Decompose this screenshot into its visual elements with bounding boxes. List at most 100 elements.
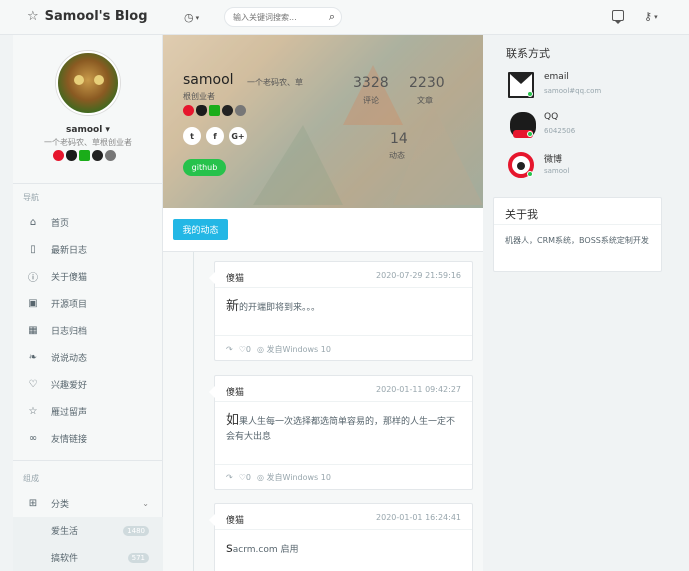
tab-my-moments[interactable]: 我的动态 [173,219,228,240]
sidebar-item-archive[interactable]: ▦ 日志归档 [13,317,163,344]
sidebar-item-moments[interactable]: ❧ 说说动态 [13,344,163,371]
profile-role: 根创业者 [183,92,215,101]
banner-overlay [163,35,483,208]
nav-heading: 导航 [23,193,39,202]
sidebar-item-category[interactable]: ⊞ 分类 ⌄ [13,490,163,517]
group-heading: 组成 [23,474,39,483]
twitter-icon[interactable] [235,105,246,116]
sidebar-item-label: 日志归档 [51,327,88,337]
share-icon[interactable]: ↷ [226,473,233,482]
sidebar-item-label: 分类 [51,500,70,510]
search-box: ⌕ [224,7,342,27]
history-dropdown[interactable]: ◷ ▾ [184,11,199,24]
github-icon[interactable] [92,150,103,161]
sidebar-item-links[interactable]: ∞ 友情链接 [13,425,163,452]
chat-icon[interactable] [612,10,624,24]
post-source: 发自Windows 10 [266,345,331,354]
post-text: acrm.com 启用 [232,545,299,555]
qq-icon[interactable] [66,150,77,161]
post-time: 2020-01-01 16:24:41 [376,513,461,522]
about-title: 关于我 [505,208,538,221]
sidebar-item-label: 开源项目 [51,300,88,310]
qq-icon[interactable] [196,105,207,116]
twitter-share-button[interactable]: t [183,127,201,145]
post-text: 的开端即将到来。。。 [239,303,321,313]
sidebar-item-label: 友情链接 [51,435,88,445]
left-sidebar: samool ▾ 一个老码农、草根创业者 导航 ⌂ 首页 ▯ 最新日志 ⓘ 关于… [13,35,163,571]
sidebar-item-label: 雁过留声 [51,408,88,418]
weibo-icon[interactable] [183,105,194,116]
heart-icon: ♡ [28,379,38,390]
source-info: ◎ 发自Windows 10 [256,345,331,354]
sidebar-subitem-life[interactable]: 爱生活 1480 [13,517,163,544]
sidebar-subitem-label: 爱生活 [51,527,79,537]
online-status-dot [527,91,533,97]
sidebar-item-label: 首页 [51,219,70,229]
divider [13,460,163,461]
timeline-post: 傻猫 2020-01-11 09:42:27 如果人生每一次选择都选简单容易的，… [209,375,473,490]
like-count: 0 [245,473,251,482]
star-icon: ☆ [28,406,38,417]
post-drop-cap: s [226,541,233,556]
post-time: 2020-01-11 09:42:27 [376,385,461,394]
google-plus-share-button[interactable]: G+ [229,127,247,145]
facebook-icon: f [213,131,217,141]
sidebar-username[interactable]: samool ▾ [13,125,163,135]
sidebar-item-hobbies[interactable]: ♡ 兴趣爱好 [13,371,163,398]
gift-icon: ▣ [28,298,38,309]
profile-social-links [183,105,246,116]
calendar-icon: ▦ [28,325,38,336]
search-input[interactable] [233,11,323,24]
post-content: 如果人生每一次选择都选简单容易的，那样的人生一定不会有大出息 [226,413,461,445]
link-icon: ∞ [28,433,38,444]
stat-posts-count: 2230 [409,75,445,91]
timeline-post: 傻猫 2020-01-01 16:24:41 sacrm.com 启用 [209,503,473,571]
clock-icon: ◷ [184,11,194,24]
google-plus-icon: G+ [231,131,245,141]
stat-moments-label: 动态 [389,151,405,160]
about-text: 机器人，CRM系统，BOSS系统定制开发 [505,236,649,245]
caret-down-icon: ▾ [195,13,200,22]
sidebar-item-label: 关于傻猫 [51,273,88,283]
github-icon[interactable] [222,105,233,116]
top-header: ☆ Samool's Blog ◷ ▾ ⌕ ⚷ ▾ [0,0,689,35]
brand[interactable]: ☆ Samool's Blog [27,9,148,24]
post-time: 2020-07-29 21:59:16 [376,271,461,280]
post-author[interactable]: 傻猫 [226,271,244,284]
search-icon[interactable]: ⌕ [329,10,335,24]
post-author[interactable]: 傻猫 [226,385,244,398]
star-icon: ☆ [27,9,39,24]
wechat-icon[interactable] [79,150,90,161]
share-icon[interactable]: ↷ [226,345,233,354]
post-text: 果人生每一次选择都选简单容易的，那样的人生一定不会有大出息 [226,417,456,442]
sidebar-item-home[interactable]: ⌂ 首页 [13,209,163,236]
contact-title: 联系方式 [506,47,550,60]
post-author[interactable]: 傻猫 [226,513,244,526]
twitter-icon[interactable] [105,150,116,161]
sidebar-item-opensource[interactable]: ▣ 开源项目 [13,290,163,317]
profile-signature: 一个老码农、草 [247,78,303,87]
stat-comments-label: 评论 [363,96,379,105]
avatar[interactable] [56,51,120,115]
timeline-post: 傻猫 2020-07-29 21:59:16 新的开端即将到来。。。 ↷ ♡0 … [209,261,473,361]
facebook-share-button[interactable]: f [206,127,224,145]
sidebar-item-about[interactable]: ⓘ 关于傻猫 [13,263,163,290]
like-button[interactable]: ♡0 [239,345,251,354]
post-content: sacrm.com 启用 [226,541,461,558]
contact-email-value[interactable]: samool#qq.com [544,87,601,95]
user-menu[interactable]: ⚷ ▾ [644,10,658,23]
wechat-icon[interactable] [209,105,220,116]
sidebar-item-label: 说说动态 [51,354,88,364]
divider [215,335,472,336]
contact-weibo-value[interactable]: samool [544,167,569,175]
github-button[interactable]: github [183,159,226,176]
like-button[interactable]: ♡0 [239,473,251,482]
contact-qq-value[interactable]: 6042506 [544,127,575,135]
info-icon: ⓘ [28,273,38,284]
divider [215,401,472,402]
weibo-icon[interactable] [53,150,64,161]
divider [494,224,661,225]
sidebar-item-latest[interactable]: ▯ 最新日志 [13,236,163,263]
sidebar-subitem-software[interactable]: 搞软件 571 [13,544,163,571]
sidebar-item-guestbook[interactable]: ☆ 雁过留声 [13,398,163,425]
